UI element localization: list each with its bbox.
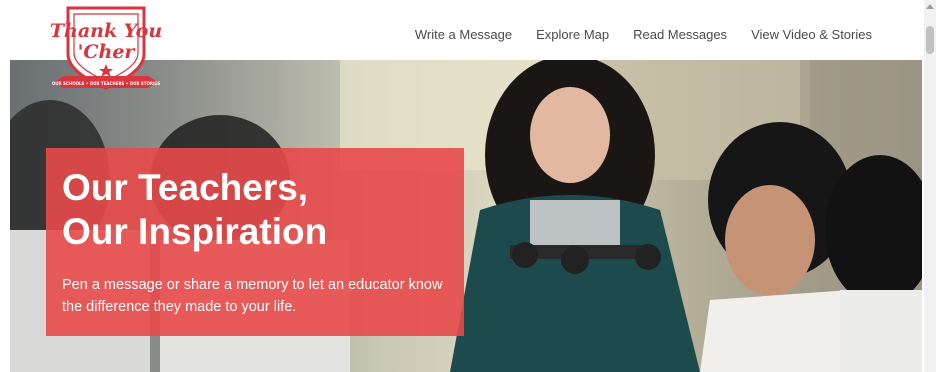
hero-subtitle-line1: Pen a message or share a memory to let a…: [62, 277, 443, 293]
thank-you-cher-logo[interactable]: Thank You 'Cher OUR SCHOOLS • OUR TEACHE…: [50, 4, 162, 96]
hero-title-line1: Our Teachers,: [62, 167, 309, 208]
vertical-scrollbar[interactable]: [924, 0, 936, 372]
hero-subtitle: Pen a message or share a memory to let a…: [62, 274, 458, 318]
hero-title: Our Teachers, Our Inspiration: [62, 166, 452, 254]
hero-caption-box: Our Teachers, Our Inspiration Pen a mess…: [46, 148, 464, 336]
nav-write-message[interactable]: Write a Message: [415, 27, 512, 42]
nav-view-video-stories[interactable]: View Video & Stories: [751, 27, 872, 42]
main-nav: Write a Message Explore Map Read Message…: [415, 8, 872, 60]
logo-ribbon-text: OUR SCHOOLS • OUR TEACHERS • OUR STORIES: [52, 81, 160, 86]
nav-explore-map[interactable]: Explore Map: [536, 27, 609, 42]
hero-banner: Our Teachers, Our Inspiration Pen a mess…: [10, 60, 922, 372]
scrollbar-thumb[interactable]: [926, 26, 934, 54]
logo-text-line2: 'Cher: [78, 41, 137, 63]
hero-title-line2: Our Inspiration: [62, 211, 328, 252]
nav-read-messages[interactable]: Read Messages: [633, 27, 727, 42]
logo-badge-icon: Thank You 'Cher OUR SCHOOLS • OUR TEACHE…: [50, 6, 162, 90]
scroll-up-icon[interactable]: [926, 4, 934, 9]
hero-subtitle-line2: the difference they made to your life.: [62, 299, 297, 315]
logo-text-line1: Thank You: [50, 20, 162, 42]
